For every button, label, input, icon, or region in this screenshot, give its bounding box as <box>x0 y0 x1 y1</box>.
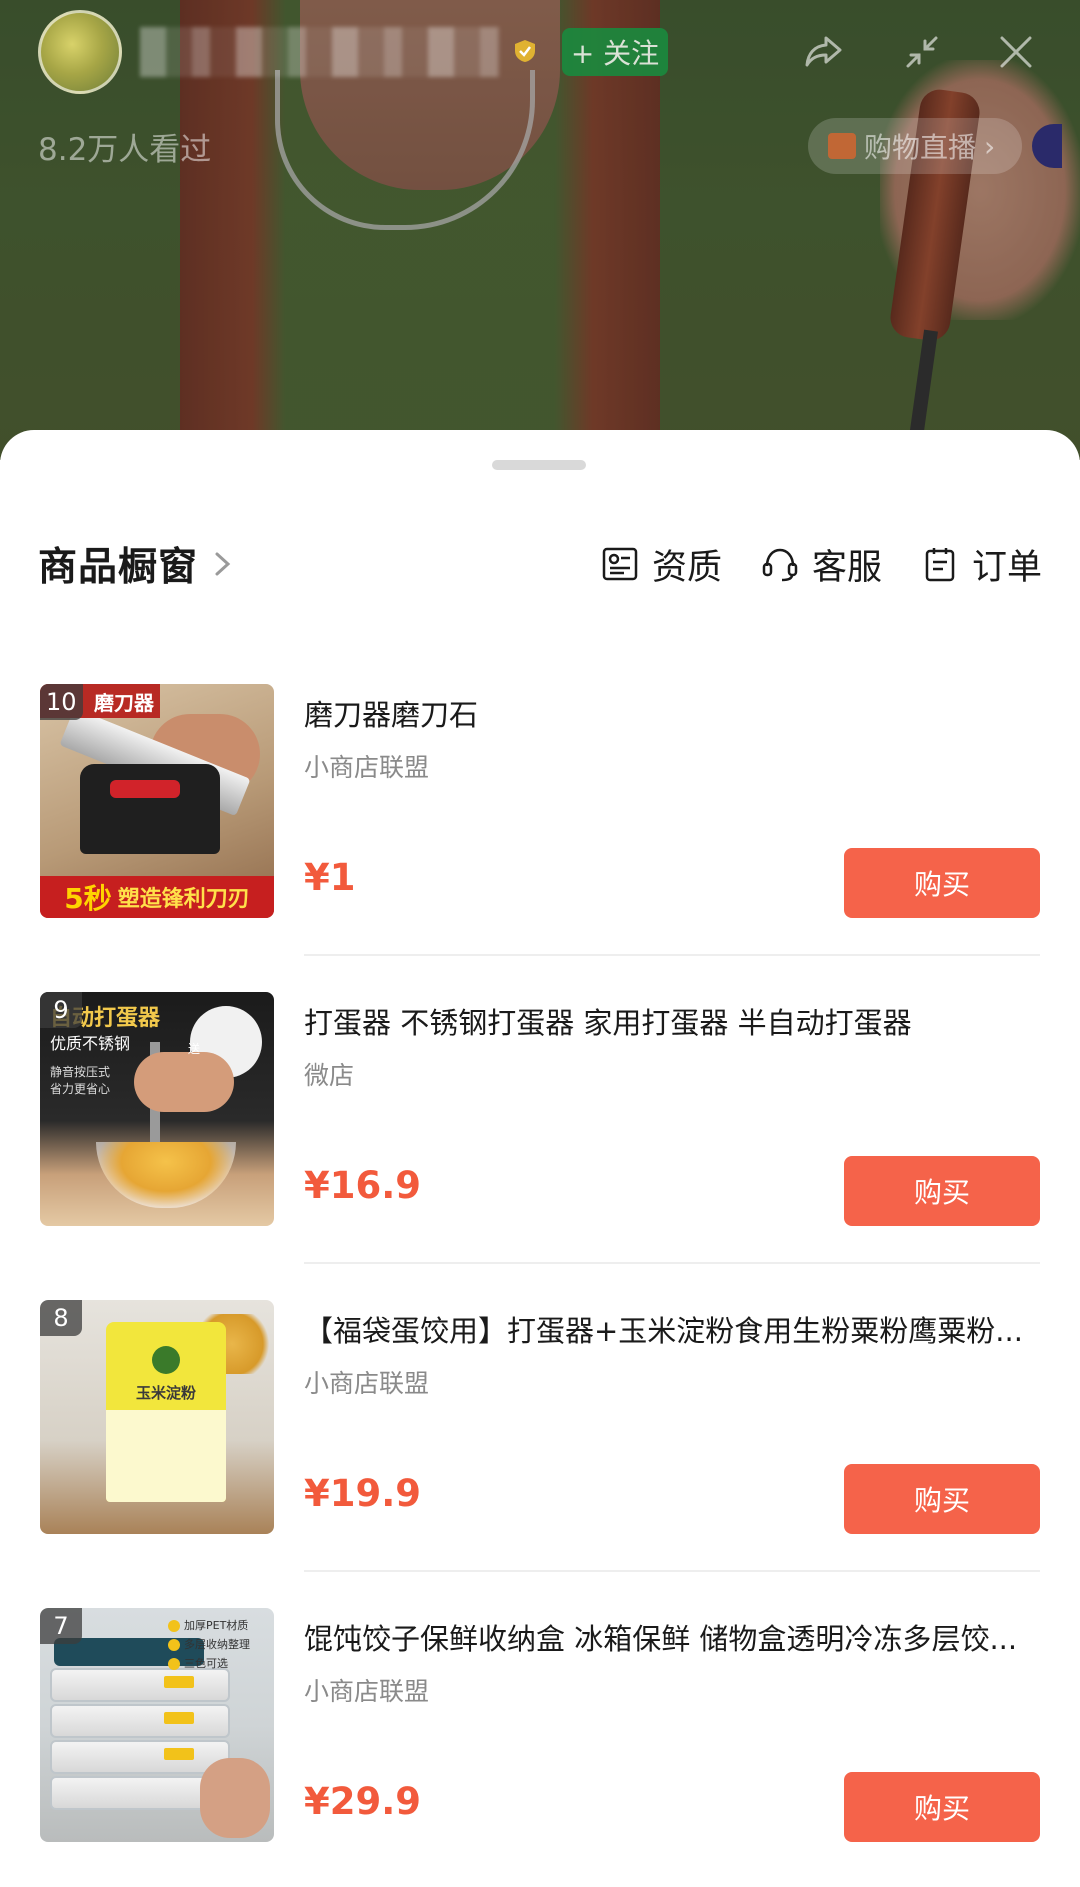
thumb-hand <box>134 1052 234 1112</box>
clipboard-icon <box>925 548 955 582</box>
close-icon[interactable] <box>992 28 1040 76</box>
rank-badge: 9 <box>40 992 82 1028</box>
thumb-sharpener-strip <box>110 780 180 798</box>
anchor-name-mosaic <box>140 27 500 77</box>
customer-service-button[interactable]: 客服 <box>760 539 882 590</box>
orders-button[interactable]: 订单 <box>920 539 1042 590</box>
thumb-bag-window <box>106 1410 226 1502</box>
thumb-box-latch <box>164 1712 194 1724</box>
product-item[interactable]: 自动打蛋器 优质不锈钢 静音按压式 省力更省心 送 9 打蛋器 不锈钢打蛋器 家… <box>40 992 1040 1264</box>
thumb-note: 省力更省心 <box>50 1082 111 1096</box>
live-shop-screen: + 关注 8.2万人看过 购物直播 › 商品橱窗 资质 客服 订单 磨刀器 5秒… <box>0 0 1080 1887</box>
thumb-feature: 加厚PET材质 <box>168 1616 250 1635</box>
thumb-banner-text: 塑造锋利刀刃 <box>117 887 250 912</box>
rank-badge: 7 <box>40 1608 82 1644</box>
product-thumbnail[interactable]: 自动打蛋器 优质不锈钢 静音按压式 省力更省心 送 9 <box>40 992 274 1226</box>
thumb-gift-label: 送 <box>188 1042 201 1056</box>
product-title[interactable]: 【福袋蛋饺用】打蛋器+玉米淀粉食用生粉粟粉鹰粟粉... <box>304 1308 1040 1350</box>
shopping-live-label: 购物直播 <box>864 131 977 164</box>
orders-label: 订单 <box>971 547 1042 588</box>
showcase-title[interactable]: 商品橱窗 <box>38 536 198 592</box>
shopping-bag-icon <box>828 133 856 159</box>
certificate-icon <box>602 547 638 581</box>
product-thumbnail[interactable]: 磨刀器 5秒 塑造锋利刀刃 10 <box>40 684 274 918</box>
thumb-feature-text: 三色可选 <box>184 1657 228 1670</box>
sheet-header: 商品橱窗 资质 客服 订单 <box>38 534 1042 594</box>
chevron-right-icon: › <box>984 129 996 163</box>
thumb-bowl <box>96 1142 236 1208</box>
product-showcase-sheet: 商品橱窗 资质 客服 订单 磨刀器 5秒 塑造锋利刀刃 10 磨刀器磨刀石 小商… <box>0 430 1080 1887</box>
chevron-right-icon[interactable] <box>210 544 236 584</box>
thumb-box-layer <box>50 1740 230 1774</box>
product-price: ¥16.9 <box>304 1164 422 1207</box>
header-actions: 资质 客服 订单 <box>600 539 1042 590</box>
product-title[interactable]: 馄饨饺子保鲜收纳盒 冰箱保鲜 储物盒透明冷冻多层饺... <box>304 1616 1040 1658</box>
verified-badge-icon <box>515 40 535 62</box>
thumb-box-latch <box>164 1676 194 1688</box>
thumb-note: 静音按压式 <box>50 1065 111 1079</box>
check-dot-icon <box>168 1658 180 1670</box>
anchor-name-blurred[interactable] <box>140 26 500 78</box>
product-price: ¥1 <box>304 856 356 899</box>
product-thumbnail[interactable]: 玉米淀粉 8 <box>40 1300 274 1534</box>
thumb-sharpener <box>80 764 220 854</box>
qualification-button[interactable]: 资质 <box>600 539 722 590</box>
thumb-notes: 静音按压式 省力更省心 <box>50 1064 110 1098</box>
thumb-feature: 三色可选 <box>168 1654 250 1673</box>
qualification-label: 资质 <box>651 547 722 588</box>
thumb-feature-text: 多层收纳整理 <box>184 1638 250 1651</box>
product-shop: 小商店联盟 <box>304 753 430 782</box>
product-thumbnail[interactable]: 加厚PET材质 多层收纳整理 三色可选 7 <box>40 1608 274 1842</box>
check-dot-icon <box>168 1620 180 1632</box>
follow-button[interactable]: + 关注 <box>562 28 668 76</box>
thumb-banner-big: 5秒 <box>64 882 112 915</box>
product-price: ¥19.9 <box>304 1472 422 1515</box>
minimize-icon[interactable] <box>898 28 946 76</box>
buy-button[interactable]: 购买 <box>844 1156 1040 1226</box>
rank-badge: 10 <box>40 684 83 720</box>
thumb-hand <box>200 1758 270 1838</box>
thumb-feature-text: 加厚PET材质 <box>184 1619 249 1632</box>
thumb-box-layer <box>50 1704 230 1738</box>
thumb-feature: 多层收纳整理 <box>168 1635 250 1654</box>
check-dot-icon <box>168 1639 180 1651</box>
thumb-feature-list: 加厚PET材质 多层收纳整理 三色可选 <box>168 1616 250 1673</box>
buy-button[interactable]: 购买 <box>844 1772 1040 1842</box>
thumb-bag-logo <box>152 1346 180 1374</box>
customer-service-label: 客服 <box>811 547 882 588</box>
thumb-box-layer <box>50 1668 230 1702</box>
sheet-drag-handle[interactable] <box>492 460 586 470</box>
shopping-live-chip[interactable]: 购物直播 › <box>808 118 1022 174</box>
product-price: ¥29.9 <box>304 1780 422 1823</box>
thumb-bag-label: 玉米淀粉 <box>135 1384 196 1402</box>
product-item[interactable]: 玉米淀粉 8 【福袋蛋饺用】打蛋器+玉米淀粉食用生粉粟粉鹰粟粉... 小商店联盟… <box>40 1300 1040 1572</box>
buy-button[interactable]: 购买 <box>844 848 1040 918</box>
viewer-count: 8.2万人看过 <box>38 132 212 168</box>
buy-button[interactable]: 购买 <box>844 1464 1040 1534</box>
product-title[interactable]: 打蛋器 不锈钢打蛋器 家用打蛋器 半自动打蛋器 <box>304 1000 1040 1042</box>
product-shop: 微店 <box>304 1061 355 1090</box>
product-shop: 小商店联盟 <box>304 1677 430 1706</box>
rank-badge: 8 <box>40 1300 82 1336</box>
product-shop: 小商店联盟 <box>304 1369 430 1398</box>
anchor-avatar[interactable] <box>38 10 122 94</box>
share-icon[interactable] <box>800 28 848 76</box>
product-item[interactable]: 加厚PET材质 多层收纳整理 三色可选 7 馄饨饺子保鲜收纳盒 冰箱保鲜 储物盒… <box>40 1608 1040 1880</box>
product-title[interactable]: 磨刀器磨刀石 <box>304 692 1040 734</box>
thumb-subtitle: 优质不锈钢 <box>50 1034 131 1053</box>
thumb-box-latch <box>164 1748 194 1760</box>
product-list: 磨刀器 5秒 塑造锋利刀刃 10 磨刀器磨刀石 小商店联盟 ¥1 购买 自动打蛋… <box>40 684 1040 1887</box>
product-item[interactable]: 磨刀器 5秒 塑造锋利刀刃 10 磨刀器磨刀石 小商店联盟 ¥1 购买 <box>40 684 1040 956</box>
thumb-banner: 5秒 塑造锋利刀刃 <box>40 876 274 918</box>
headset-icon <box>762 548 798 582</box>
